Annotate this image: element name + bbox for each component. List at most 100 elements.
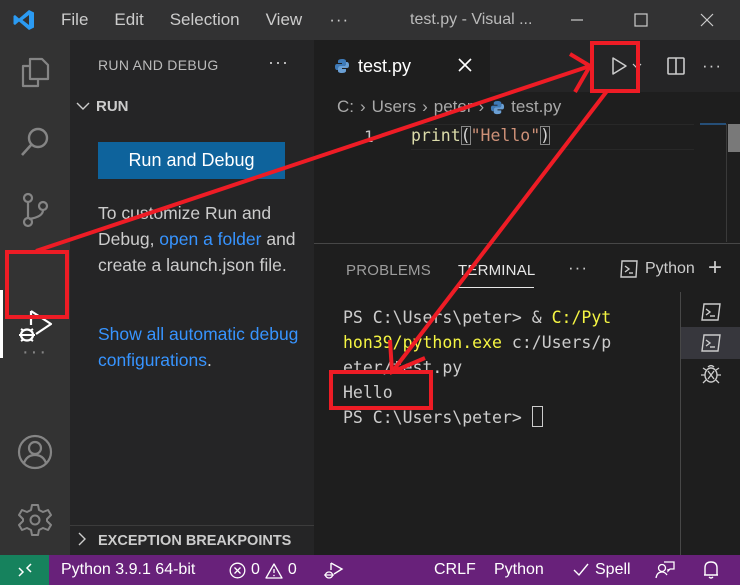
editor-more-actions[interactable]: ··· xyxy=(698,52,726,80)
close-icon xyxy=(458,58,472,72)
sidebar-title: RUN AND DEBUG xyxy=(98,57,219,73)
minimap-border xyxy=(726,124,727,242)
run-dropdown-button[interactable] xyxy=(630,52,644,80)
close-icon xyxy=(700,13,714,27)
customize-help-text: To customize Run and Debug, open a folde… xyxy=(98,200,298,278)
terminal-prompt: PS C:\Users\peter> xyxy=(343,408,532,427)
source-control-button[interactable] xyxy=(0,180,70,240)
line-number: 1 xyxy=(364,127,374,146)
split-editor-button[interactable] xyxy=(662,52,690,80)
period: . xyxy=(206,350,212,370)
terminal-text: eter/test.py xyxy=(343,358,463,377)
editor-scrollbar[interactable] xyxy=(728,124,740,152)
error-count: 0 xyxy=(251,561,260,578)
token-paren: ( xyxy=(460,126,471,145)
panel-tab-bar: PROBLEMS TERMINAL ··· Python + xyxy=(314,244,740,292)
vscode-logo-icon xyxy=(0,0,48,40)
status-bar: Python 3.9.1 64-bit 0 0 CRLF Python Spel… xyxy=(0,555,740,585)
run-and-debug-button[interactable]: Run and Debug xyxy=(98,142,285,179)
feedback-button[interactable] xyxy=(655,555,675,585)
end-of-line-button[interactable]: CRLF xyxy=(434,555,476,585)
more-icon: ··· xyxy=(702,56,722,75)
breadcrumb-item[interactable]: Users xyxy=(372,97,416,117)
tab-terminal[interactable]: TERMINAL xyxy=(458,262,535,279)
close-window-button[interactable] xyxy=(684,0,730,40)
show-automatic-configs-link[interactable]: Show all automatic debug configurations xyxy=(98,324,298,370)
python-file-icon xyxy=(334,58,350,74)
eol-label: CRLF xyxy=(434,561,476,578)
maximize-icon xyxy=(634,13,648,27)
menu-edit[interactable]: Edit xyxy=(101,0,156,40)
bell-icon xyxy=(704,561,718,579)
warning-icon xyxy=(265,562,283,579)
tab-label: test.py xyxy=(358,55,412,76)
language-label: Python xyxy=(494,561,544,578)
search-button[interactable] xyxy=(0,112,70,172)
new-terminal-button[interactable]: + xyxy=(708,256,722,280)
problems-status-button[interactable]: 0 0 xyxy=(229,555,297,585)
active-tab-underline xyxy=(458,287,534,288)
terminal-selector[interactable]: Python xyxy=(619,259,695,279)
search-icon xyxy=(21,127,49,156)
chevron-down-icon xyxy=(632,63,642,69)
terminal-text: c:/Users/p xyxy=(501,333,612,352)
check-icon xyxy=(573,563,589,577)
menu-view[interactable]: View xyxy=(253,0,316,40)
minimap-line xyxy=(700,123,726,125)
sidebar-more-actions[interactable]: ··· xyxy=(268,52,289,73)
terminal-name: Python xyxy=(645,260,695,277)
token-string: "Hello" xyxy=(470,126,541,145)
breadcrumb-separator-icon: › xyxy=(360,97,366,116)
terminal-list-item-selected[interactable] xyxy=(681,327,740,359)
menu-selection[interactable]: Selection xyxy=(157,0,253,40)
exception-breakpoints-header[interactable]: EXCEPTION BREAKPOINTS xyxy=(76,531,291,551)
accounts-button[interactable] xyxy=(0,422,70,482)
terminal-icon xyxy=(620,260,638,278)
explorer-button[interactable] xyxy=(0,42,70,102)
menu-more[interactable]: ··· xyxy=(315,10,363,30)
run-python-file-button[interactable] xyxy=(605,52,633,80)
tab-test-py[interactable]: test.py xyxy=(314,40,490,92)
terminal-path: hon39/python.exe xyxy=(343,333,502,352)
tab-close-button[interactable] xyxy=(454,54,476,76)
manage-button[interactable] xyxy=(0,490,70,550)
menu-file[interactable]: File xyxy=(48,0,101,40)
code-line[interactable]: 1 print("Hello") xyxy=(314,124,724,150)
terminal-path: C:/Pyt xyxy=(551,308,612,327)
breadcrumb-item[interactable]: C: xyxy=(337,97,354,117)
split-editor-icon xyxy=(667,57,685,75)
maximize-button[interactable] xyxy=(618,0,664,40)
spell-check-button[interactable]: Spell xyxy=(572,555,631,585)
breadcrumb-item[interactable]: test.py xyxy=(511,97,561,117)
terminal-list-item[interactable] xyxy=(681,296,740,328)
debug-status-button[interactable] xyxy=(322,555,344,585)
panel-more-actions[interactable]: ··· xyxy=(568,258,588,278)
title-bar: File Edit Selection View ··· test.py - V… xyxy=(0,0,740,40)
activity-bar: ··· xyxy=(0,40,70,555)
minimize-icon xyxy=(571,19,583,21)
tab-problems[interactable]: PROBLEMS xyxy=(346,262,431,279)
source-control-icon xyxy=(22,192,49,228)
notifications-button[interactable] xyxy=(702,555,720,585)
run-section-header[interactable]: RUN xyxy=(76,98,129,115)
breadcrumb-separator-icon: › xyxy=(478,97,485,116)
more-icon: ··· xyxy=(22,340,48,363)
debug-console-list-item[interactable] xyxy=(681,358,740,390)
terminal-output-hello: Hello xyxy=(343,383,393,402)
run-section-label: RUN xyxy=(96,98,129,115)
token-paren: ) xyxy=(540,126,551,145)
remote-indicator-button[interactable] xyxy=(0,555,49,585)
feedback-icon xyxy=(655,561,675,579)
minimize-button[interactable] xyxy=(554,0,600,40)
breadcrumb-item[interactable]: peter xyxy=(434,97,473,117)
python-interpreter-button[interactable]: Python 3.9.1 64-bit xyxy=(61,555,195,585)
explorer-icon xyxy=(21,57,50,88)
terminal-output[interactable]: PS C:\Users\peter> & C:/Pyt hon39/python… xyxy=(343,305,611,430)
python-file-icon xyxy=(490,100,505,115)
automatic-configs-text: Show all automatic debug configurations. xyxy=(98,321,303,373)
open-folder-link[interactable]: open a folder xyxy=(159,229,261,249)
debug-bug-icon xyxy=(700,364,721,384)
language-mode-button[interactable]: Python xyxy=(494,555,544,585)
more-views-button[interactable]: ··· xyxy=(0,322,70,382)
interpreter-label: Python 3.9.1 64-bit xyxy=(61,561,196,578)
